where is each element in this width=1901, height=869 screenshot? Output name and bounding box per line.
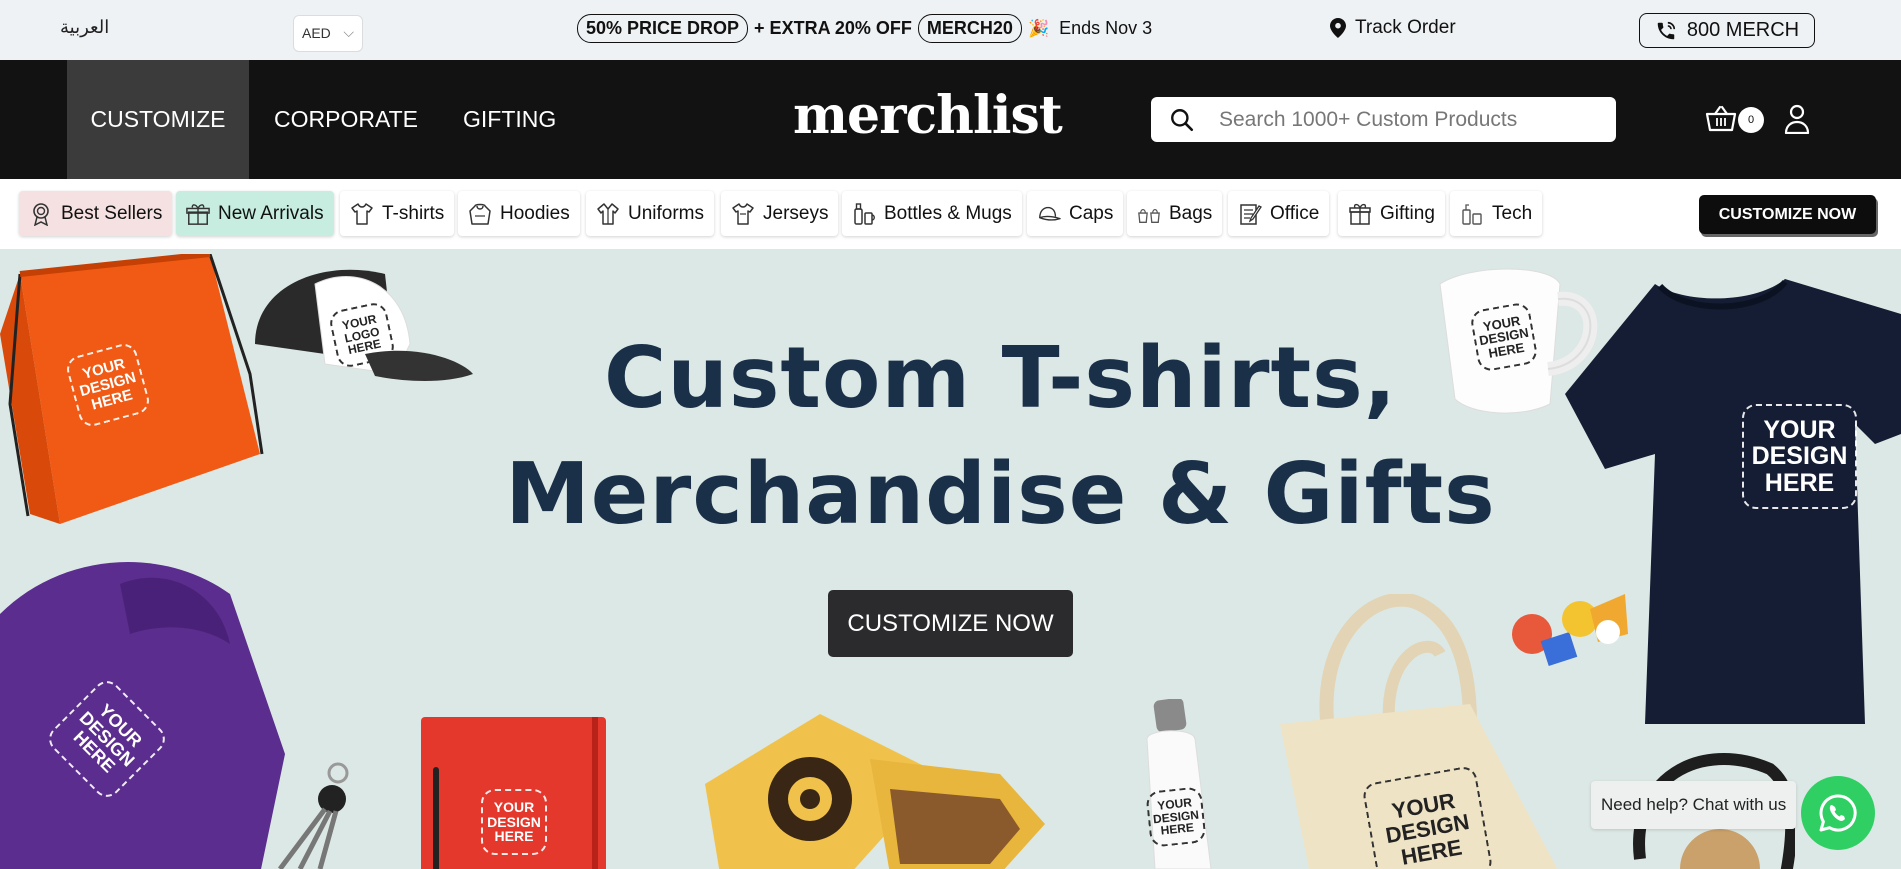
promo-price-drop: 50% PRICE DROP [577,14,749,43]
whatsapp-button-circle[interactable] [1801,776,1875,850]
category-label: Bottles & Mugs [884,202,1012,224]
tab-corporate[interactable]: CORPORATE [249,60,443,179]
phone-icon [1657,21,1675,39]
award-icon [29,202,53,226]
category-label: Tech [1492,202,1533,224]
category-hoodies[interactable]: Hoodies [458,191,580,236]
category-label: Bags [1169,202,1213,224]
bag-icon [1137,202,1161,226]
search-input[interactable] [1219,107,1599,132]
whatsapp-icon [1819,794,1857,832]
party-popper-icon: 🎉 [1027,18,1050,38]
user-account-icon[interactable] [1784,104,1810,134]
notebook-icon [1238,202,1262,226]
design-placeholder-tag: YOUR DESIGN HERE [1145,786,1207,848]
category-label: Jerseys [763,202,829,224]
design-placeholder-tag: YOUR DESIGN HERE [481,789,547,855]
tech-icon [1460,202,1484,226]
hoodie-image: YOUR DESIGN HERE [0,554,290,869]
category-label: Hoodies [500,202,570,224]
category-best-sellers[interactable]: Best Sellers [19,191,173,236]
category-gifting[interactable]: Gifting [1338,191,1445,236]
category-jerseys[interactable]: Jerseys [721,191,839,236]
category-bar: Best Sellers New Arrivals T-shirts Hoodi… [0,179,1901,249]
currency-select[interactable]: AED ⌵ [293,15,363,52]
category-caps[interactable]: Caps [1027,191,1124,236]
location-pin-icon [1330,18,1346,38]
hoodie-icon [468,202,492,226]
gift-box-image [700,704,1045,869]
water-bottle-image: YOUR DESIGN HERE [1133,697,1223,869]
promo-banner: 50% PRICE DROP + EXTRA 20% OFF MERCH20 🎉… [577,14,1152,43]
currency-value: AED [302,25,331,41]
category-bottles-mugs[interactable]: Bottles & Mugs [842,191,1022,236]
hero-headline-line2: Merchandise & Gifts [505,445,1496,544]
language-switch[interactable]: العربية [60,17,109,38]
keychain-image [270,759,360,869]
hero-headline-line1: Custom T-shirts, [603,329,1398,428]
tshirt-icon [350,202,374,226]
category-office[interactable]: Office [1228,191,1330,236]
category-label: T-shirts [382,202,445,224]
category-label: Caps [1069,202,1114,224]
category-bags[interactable]: Bags [1127,191,1223,236]
chevron-down-icon: ⌵ [343,24,354,40]
category-label: Best Sellers [61,202,163,224]
gift-icon [1348,202,1372,226]
promo-extra: + EXTRA 20% OFF [754,18,912,38]
tab-customize[interactable]: CUSTOMIZE [67,60,249,179]
uniform-icon [596,202,620,226]
category-label: Uniforms [628,202,705,224]
hero-banner: YOUR DESIGN HERE YOUR LOGO HERE YOUR DES… [0,249,1901,869]
notebook-image: YOUR DESIGN HERE [421,717,606,869]
customize-now-button[interactable]: CUSTOMIZE NOW [1699,195,1876,234]
search-icon [1171,108,1194,131]
cart-count-badge: 0 [1738,107,1764,133]
category-label: New Arrivals [218,202,324,224]
phone-number: 800 MERCH [1686,19,1800,41]
site-logo[interactable]: merchlist [793,85,1063,146]
design-placeholder-tag: YOUR DESIGN HERE [1361,764,1494,869]
category-new-arrivals[interactable]: New Arrivals [176,191,334,236]
tab-gifting[interactable]: GIFTING [438,60,581,179]
track-order-label: Track Order [1355,17,1456,38]
chat-help-label[interactable]: Need help? Chat with us [1591,781,1797,829]
search-bar[interactable] [1151,97,1616,142]
whatsapp-chat-button[interactable] [1801,776,1892,850]
track-order-link[interactable]: Track Order [1330,17,1456,39]
top-utility-bar: العربية AED ⌵ 50% PRICE DROP + EXTRA 20%… [0,0,1901,60]
category-label: Gifting [1380,202,1435,224]
phone-button[interactable]: 800 MERCH [1639,13,1815,48]
cart-icon[interactable] [1705,105,1737,133]
category-tshirts[interactable]: T-shirts [340,191,455,236]
promo-code: MERCH20 [917,14,1022,43]
promo-ends: Ends Nov 3 [1059,18,1153,38]
category-uniforms[interactable]: Uniforms [586,191,715,236]
cap-icon [1037,202,1061,226]
bottle-icon [852,202,876,226]
category-tech[interactable]: Tech [1450,191,1543,236]
jersey-icon [731,202,755,226]
category-label: Office [1270,202,1320,224]
hero-customize-now-button[interactable]: CUSTOMIZE NOW [828,590,1073,657]
gift-box-icon [186,202,210,226]
